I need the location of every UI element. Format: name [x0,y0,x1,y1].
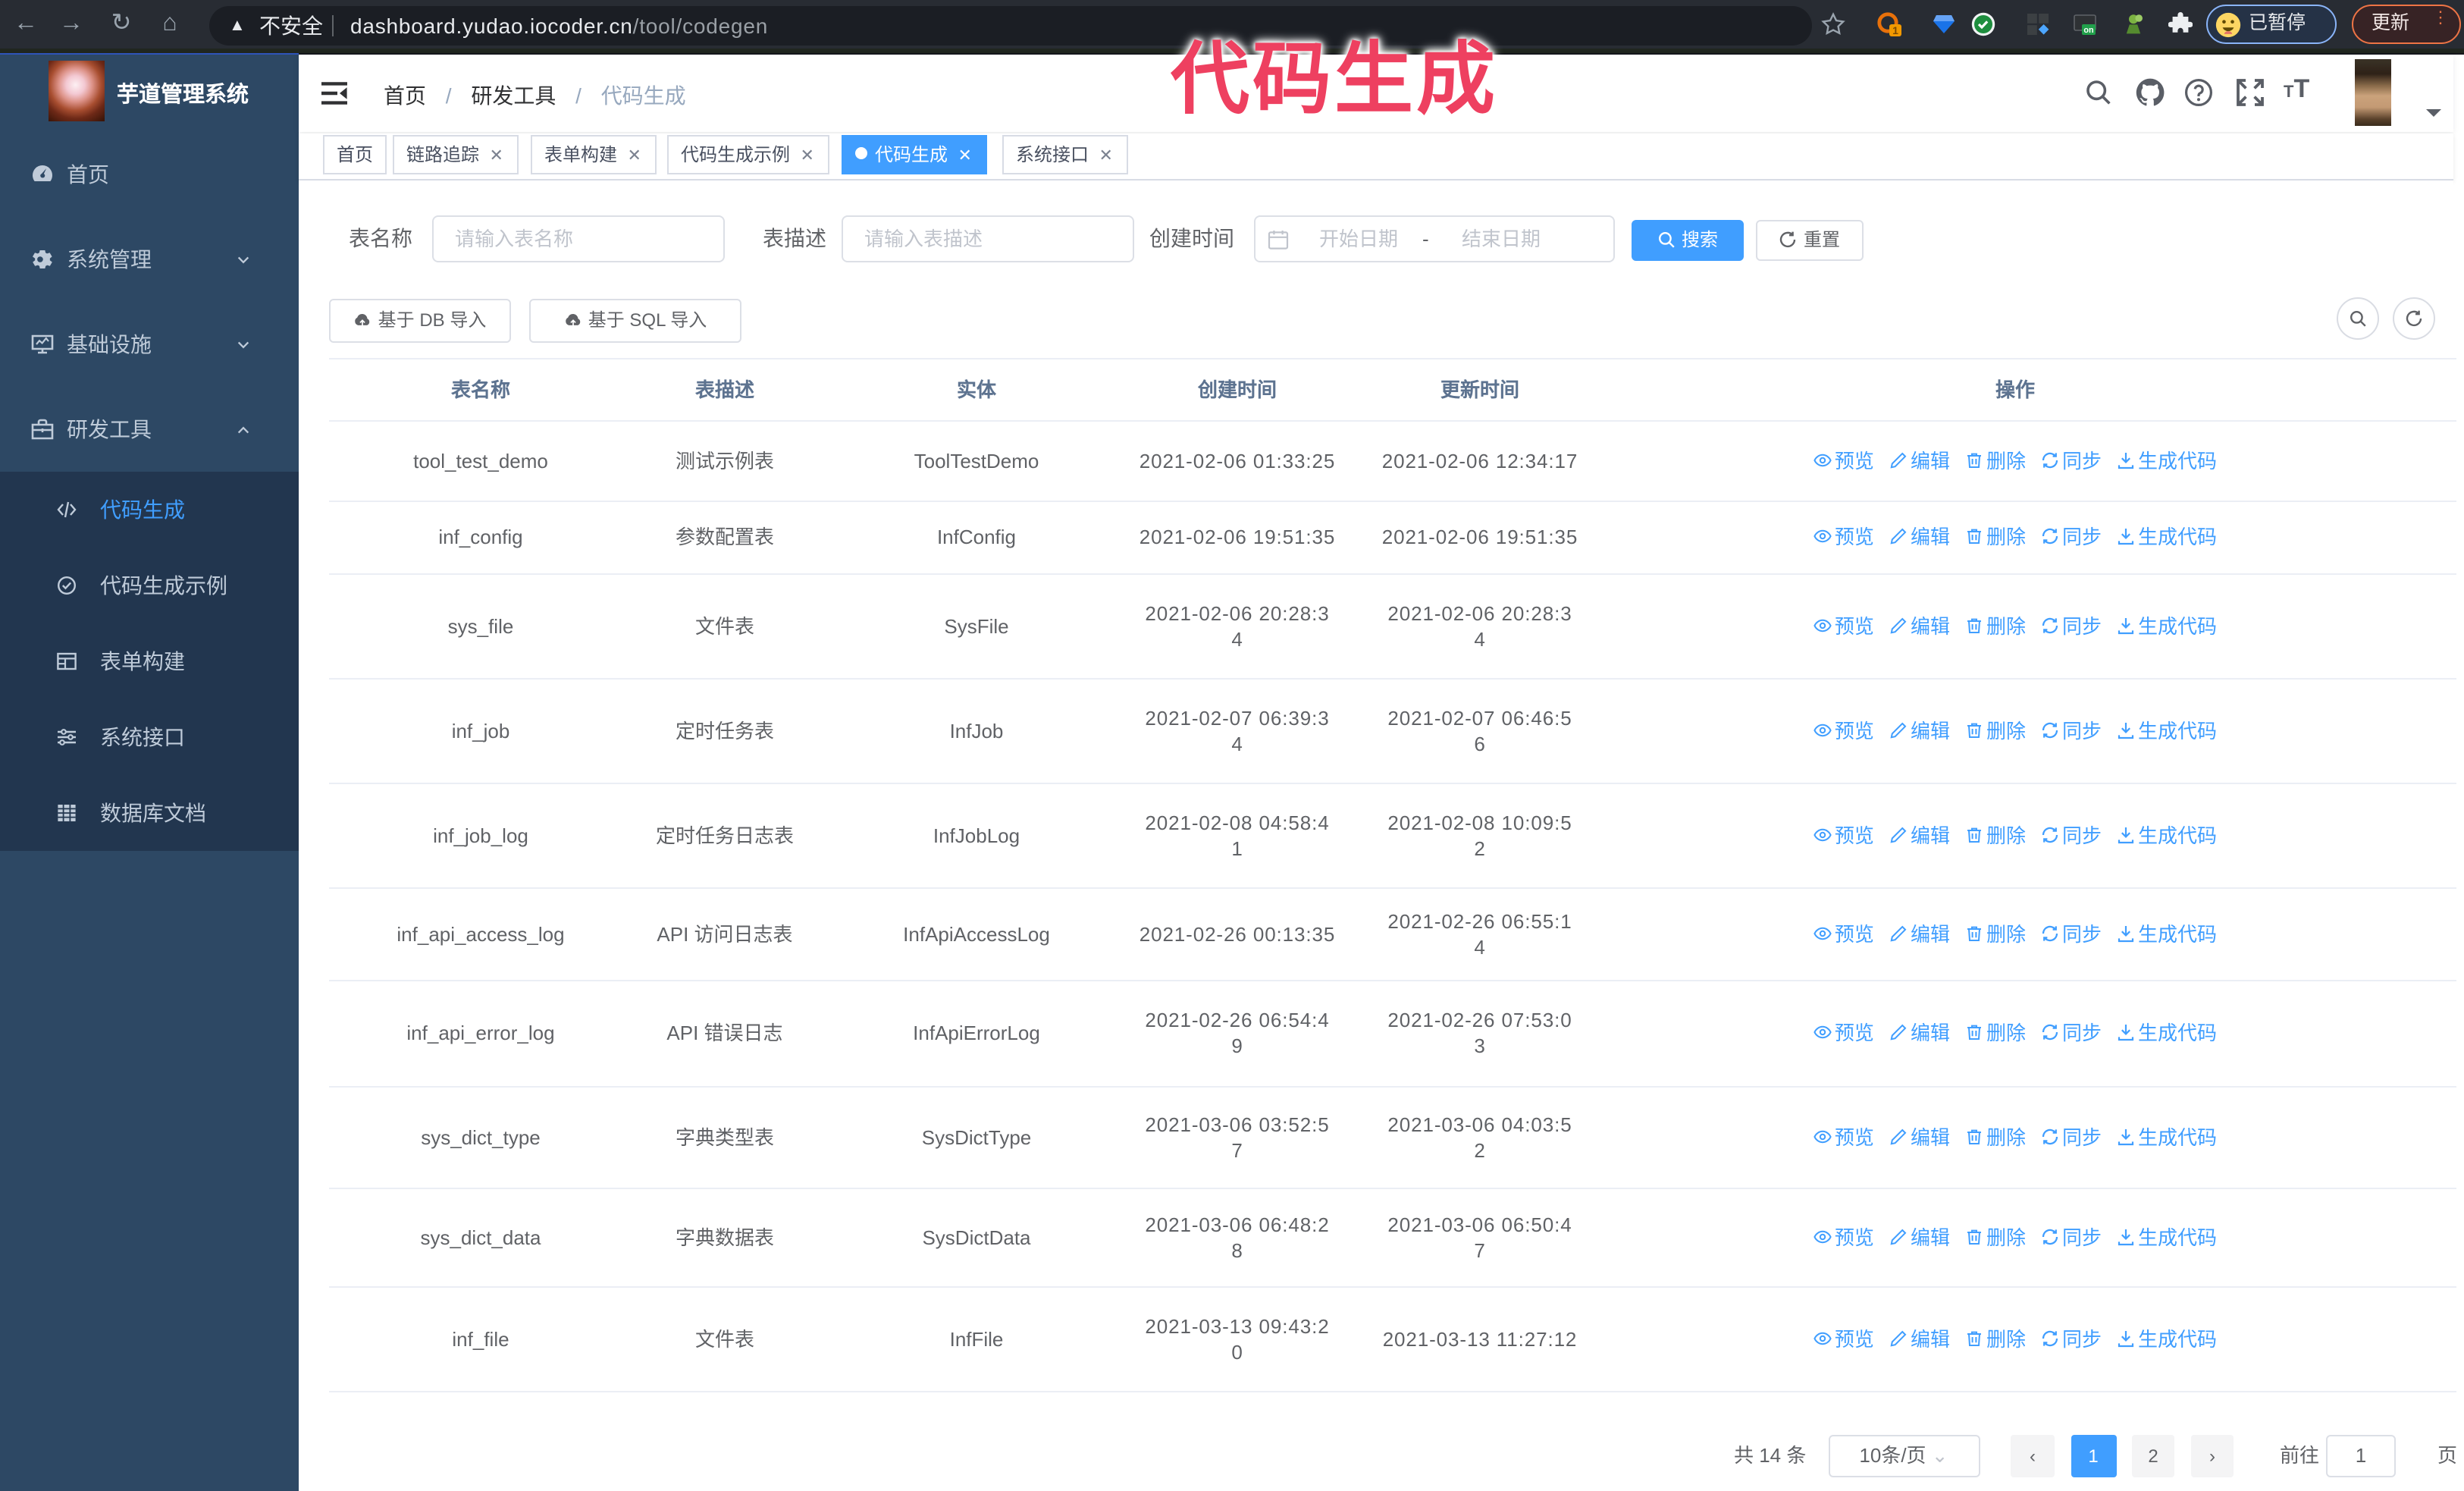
svg-text:on: on [2083,26,2093,35]
svg-text:1: 1 [1892,24,1898,36]
